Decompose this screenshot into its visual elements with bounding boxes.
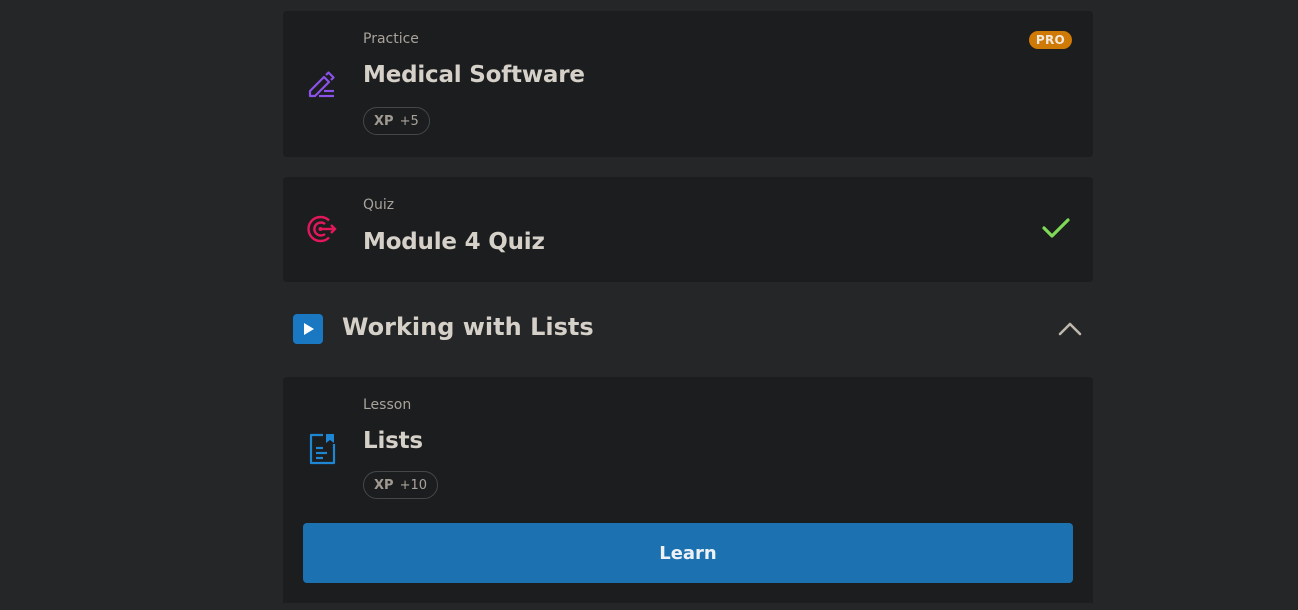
item-type-label: Quiz <box>363 197 395 213</box>
checkmark-icon <box>1041 213 1071 243</box>
xp-badge: XP +5 <box>363 107 430 135</box>
item-title[interactable]: Lists <box>363 428 423 454</box>
pro-badge: PRO <box>1028 31 1072 49</box>
xp-value: +5 <box>399 113 419 129</box>
module-header[interactable]: Working with Lists <box>283 302 1093 356</box>
quiz-card[interactable]: Quiz Module 4 Quiz <box>283 177 1093 282</box>
document-bookmark-icon <box>305 432 339 466</box>
module-title: Working with Lists <box>342 313 594 341</box>
xp-value: +10 <box>399 477 427 493</box>
target-arrow-icon <box>305 212 339 246</box>
play-icon <box>293 314 323 344</box>
xp-label: XP <box>374 113 394 129</box>
xp-label: XP <box>374 477 394 493</box>
item-title[interactable]: Medical Software <box>363 62 585 88</box>
item-type-label: Lesson <box>363 397 412 413</box>
xp-badge: XP +10 <box>363 471 438 499</box>
item-title[interactable]: Module 4 Quiz <box>363 229 545 255</box>
lesson-card[interactable]: Lesson Lists XP +10 Learn <box>283 377 1093 603</box>
learn-button[interactable]: Learn <box>303 523 1073 583</box>
chevron-up-icon[interactable] <box>1057 318 1083 340</box>
pencil-lines-icon <box>305 66 339 100</box>
item-type-label: Practice <box>363 31 419 47</box>
practice-card[interactable]: Practice Medical Software XP +5 PRO <box>283 11 1093 157</box>
